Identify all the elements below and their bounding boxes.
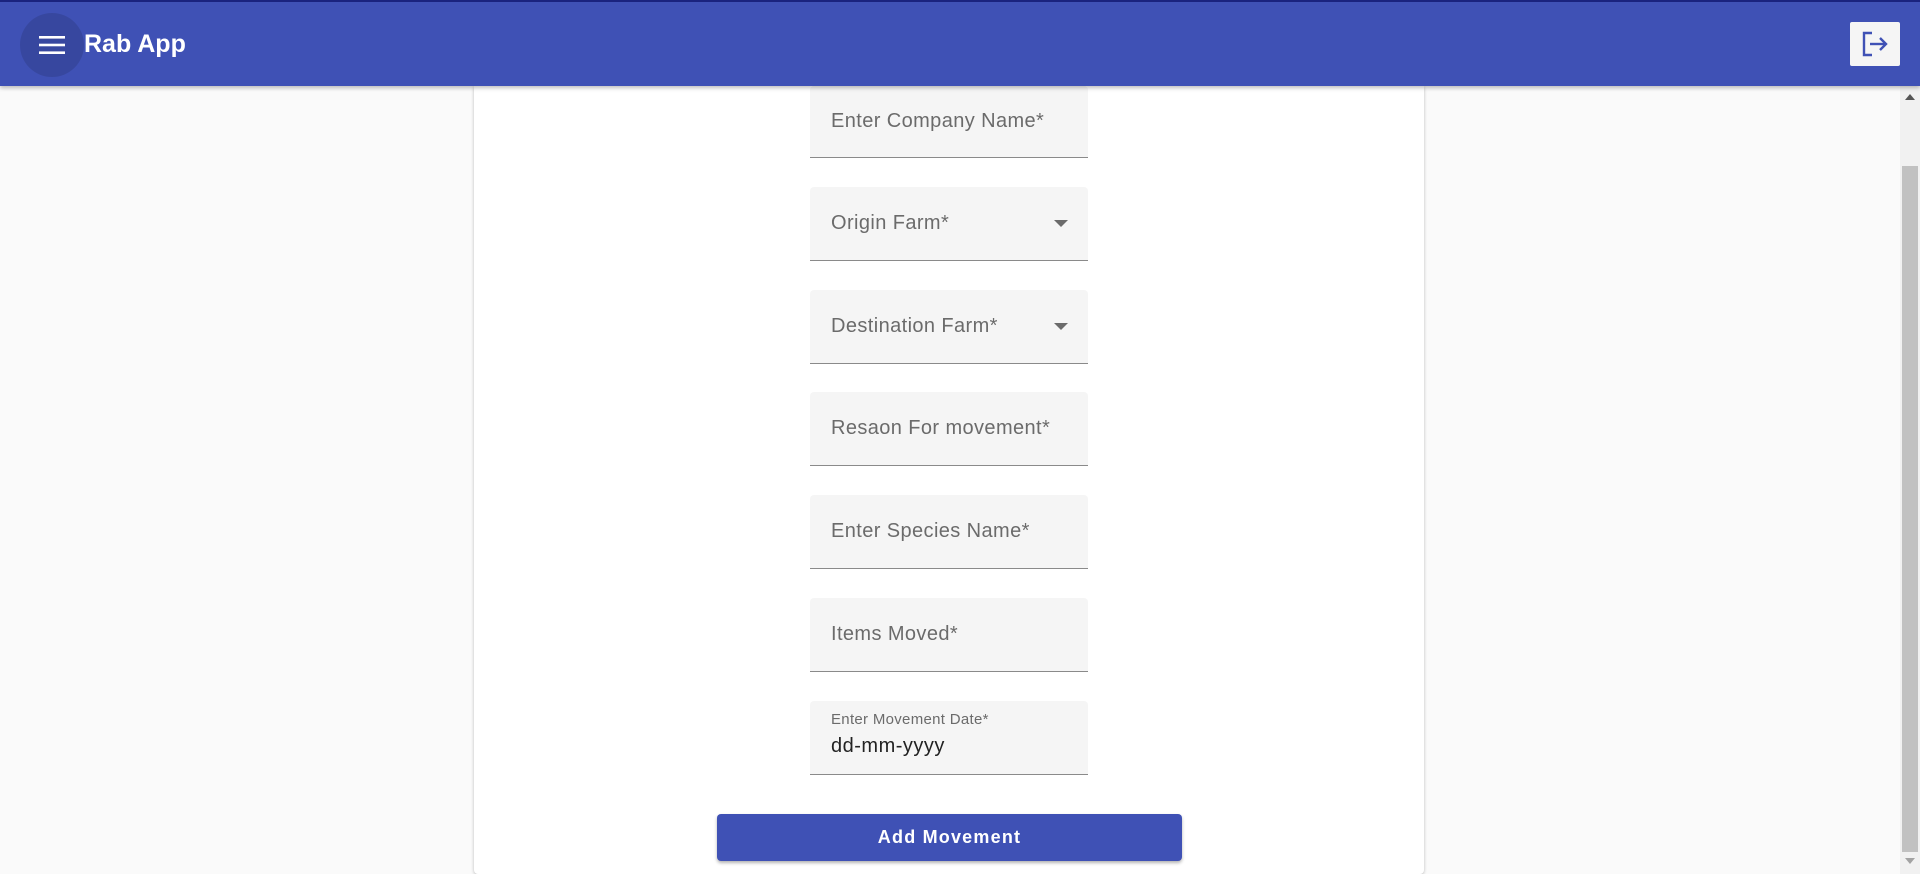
- scrollbar-thumb[interactable]: [1902, 166, 1918, 852]
- items-moved-label: Items Moved*: [831, 623, 959, 645]
- species-name-input[interactable]: Enter Species Name*: [810, 495, 1088, 569]
- scroll-up-arrow-icon[interactable]: [1905, 94, 1915, 100]
- dropdown-arrow-icon: [1054, 323, 1068, 330]
- add-movement-button[interactable]: Add Movement: [717, 814, 1182, 861]
- app-title: Rab App: [84, 30, 186, 58]
- destination-farm-select[interactable]: Destination Farm*: [810, 290, 1088, 364]
- scroll-down-arrow-icon[interactable]: [1905, 858, 1915, 864]
- reason-for-movement-input[interactable]: Resaon For movement*: [810, 392, 1088, 466]
- app-toolbar: Rab App: [0, 0, 1920, 86]
- vertical-scrollbar[interactable]: [1900, 86, 1920, 874]
- destination-farm-label: Destination Farm*: [831, 315, 998, 337]
- logout-button[interactable]: [1850, 22, 1900, 66]
- menu-button[interactable]: [20, 13, 84, 77]
- items-moved-input[interactable]: Items Moved*: [810, 598, 1088, 672]
- dropdown-arrow-icon: [1054, 220, 1068, 227]
- company-name-label: Enter Company Name*: [831, 110, 1045, 132]
- movement-date-placeholder: dd-mm-yyyy: [831, 735, 945, 757]
- origin-farm-select[interactable]: Origin Farm*: [810, 187, 1088, 261]
- origin-farm-label: Origin Farm*: [831, 212, 950, 234]
- movement-date-label: Enter Movement Date*: [831, 711, 989, 728]
- reason-for-movement-label: Resaon For movement*: [831, 417, 1051, 439]
- movement-date-input[interactable]: Enter Movement Date* dd-mm-yyyy: [810, 701, 1088, 775]
- logout-icon: [1862, 31, 1888, 57]
- species-name-label: Enter Species Name*: [831, 520, 1030, 542]
- hamburger-menu-icon: [39, 36, 65, 54]
- company-name-input[interactable]: Enter Company Name*: [810, 86, 1088, 158]
